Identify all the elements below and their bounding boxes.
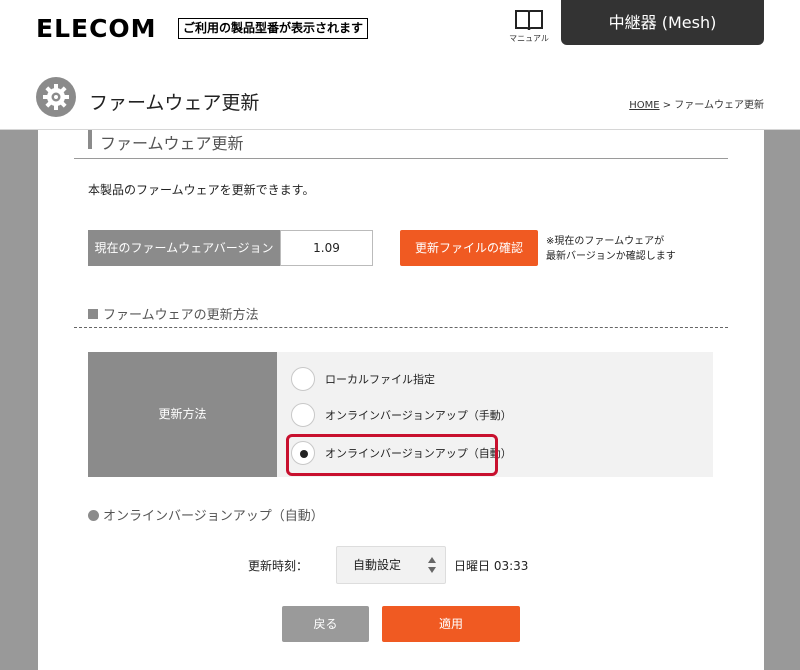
radio-button[interactable]: [291, 403, 315, 427]
breadcrumb-current: > ファームウェア更新: [662, 100, 764, 111]
firmware-version-label: 現在のファームウェアバージョン: [88, 230, 280, 266]
mode-tab[interactable]: 中継器 (Mesh): [561, 0, 764, 45]
update-time-value: 日曜日 03:33: [454, 559, 529, 573]
update-time-label: 更新時刻：: [248, 559, 309, 573]
radio-button[interactable]: [291, 367, 315, 391]
update-method-heading: ファームウェアの更新方法: [88, 304, 259, 323]
update-method-heading-text: ファームウェアの更新方法: [103, 308, 259, 323]
updown-arrows-icon: [428, 557, 436, 573]
manual-link[interactable]: マニュアル: [506, 8, 552, 44]
update-method-label: 更新方法: [88, 352, 277, 477]
selection-highlight: [286, 434, 498, 476]
radio-option-local-file[interactable]: ローカルファイル指定: [291, 366, 435, 392]
check-update-note: ※現在のファームウェアが 最新バージョンか確認します: [546, 234, 676, 264]
circle-bullet-icon: [88, 510, 99, 521]
manual-label: マニュアル: [509, 34, 549, 43]
apply-button[interactable]: 適用: [382, 606, 520, 642]
radio-label: オンラインバージョンアップ（手動）: [325, 409, 512, 422]
check-update-button[interactable]: 更新ファイルの確認: [400, 230, 538, 266]
main-content: ファームウェア更新 本製品のファームウェアを更新できます。 現在のファームウェア…: [38, 130, 764, 670]
section-heading-text: ファームウェア更新: [100, 134, 244, 153]
elecom-logo: ELECOM: [36, 14, 157, 43]
breadcrumb: HOME > ファームウェア更新: [629, 96, 764, 111]
dashed-divider: [74, 327, 728, 328]
header: ELECOM ご利用の製品型番が表示されます マニュアル 中継器 (Mesh): [0, 0, 800, 68]
section-description: 本製品のファームウェアを更新できます。: [88, 183, 315, 197]
auto-update-heading-text: オンラインバージョンアップ（自動）: [103, 509, 324, 524]
left-margin: [0, 130, 38, 670]
page-title: ファームウェア更新: [89, 92, 260, 114]
radio-option-online-manual[interactable]: オンラインバージョンアップ（手動）: [291, 402, 512, 428]
gear-icon: [36, 77, 76, 117]
check-update-note-line1: ※現在のファームウェアが: [546, 236, 665, 247]
update-time-select[interactable]: 自動設定: [336, 546, 446, 584]
model-number-display: ご利用の製品型番が表示されます: [178, 18, 369, 39]
square-bullet-icon: [88, 309, 98, 319]
section-heading: ファームウェア更新: [74, 130, 728, 159]
book-icon: [515, 10, 543, 31]
back-button[interactable]: 戻る: [282, 606, 369, 642]
auto-update-heading: オンラインバージョンアップ（自動）: [88, 505, 324, 524]
heading-bar: [88, 130, 92, 149]
breadcrumb-home-link[interactable]: HOME: [629, 100, 659, 111]
firmware-version-value: 1.09: [280, 230, 373, 266]
check-update-note-line2: 最新バージョンか確認します: [546, 251, 676, 262]
update-time-select-value: 自動設定: [353, 558, 402, 572]
page-title-bar: ファームウェア更新 HOME > ファームウェア更新: [0, 68, 800, 130]
right-margin: [764, 130, 800, 670]
radio-label: ローカルファイル指定: [325, 373, 435, 386]
